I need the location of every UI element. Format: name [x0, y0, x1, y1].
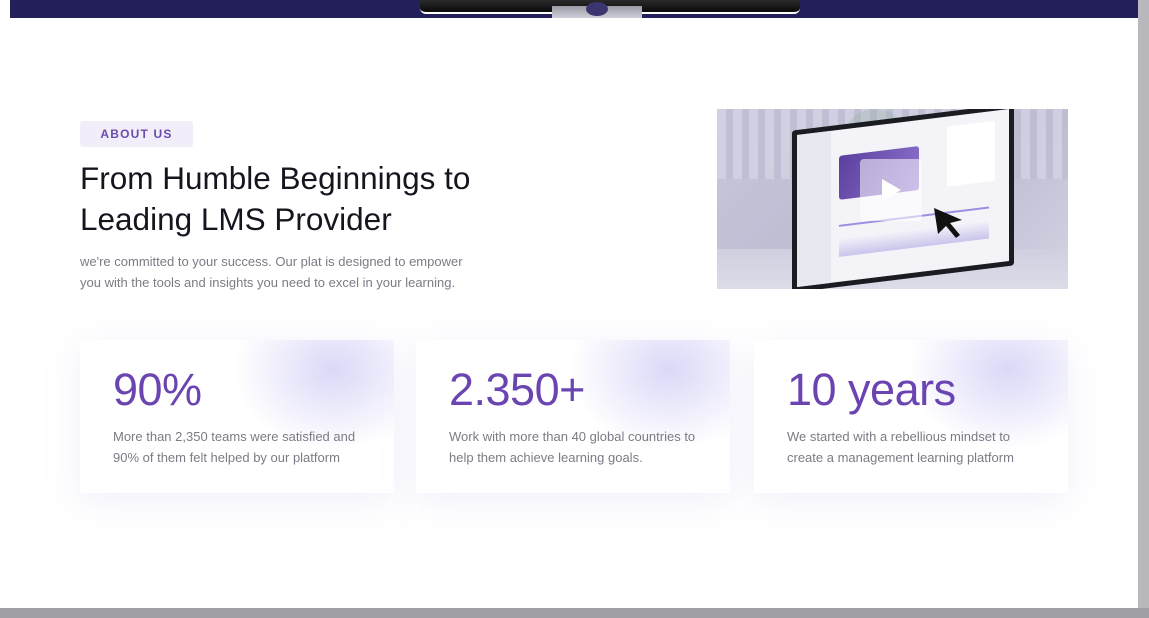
stat-card: 10 years We started with a rebellious mi…: [754, 340, 1068, 493]
title-line-2: Leading LMS Provider: [80, 201, 392, 237]
stat-description: We started with a rebellious mindset to …: [787, 426, 1049, 468]
stat-value: 90%: [113, 364, 202, 415]
play-icon: [882, 179, 901, 201]
title-line-1: From Humble Beginnings to: [80, 160, 471, 196]
dashboard-panel-image: [947, 120, 995, 187]
description-line-2: you with the tools and insights you need…: [80, 275, 456, 290]
stat-value: 2.350+: [449, 364, 585, 415]
video-thumbnail[interactable]: [717, 109, 1068, 289]
stat-description-line-1: Work with more than 40 global countries …: [449, 429, 696, 444]
stat-description-line-1: We started with a rebellious mindset to: [787, 429, 1011, 444]
stat-description: More than 2,350 teams were satisfied and…: [113, 426, 375, 468]
section-title: From Humble Beginnings to Leading LMS Pr…: [80, 158, 600, 240]
stat-card: 90% More than 2,350 teams were satisfied…: [80, 340, 394, 493]
stat-description-line-1: More than 2,350 teams were satisfied and: [113, 429, 356, 444]
section-description: we're committed to your success. Our pla…: [80, 251, 520, 293]
cursor-icon: [934, 208, 962, 238]
dashboard-sidebar-image: [797, 130, 831, 288]
description-line-1: we're committed to your success. Our pla…: [80, 254, 463, 269]
monitor-stand-dot: [586, 2, 608, 16]
stat-description: Work with more than 40 global countries …: [449, 426, 711, 468]
stat-description-line-2: 90% of them felt helped by our platform: [113, 450, 340, 465]
stat-card: 2.350+ Work with more than 40 global cou…: [416, 340, 730, 493]
page: ABOUT US From Humble Beginnings to Leadi…: [0, 0, 1138, 608]
monitor-stand-image: [552, 2, 642, 18]
stat-description-line-2: create a management learning platform: [787, 450, 1014, 465]
window-shadow: [0, 608, 1149, 618]
stat-description-line-2: help them achieve learning goals.: [449, 450, 643, 465]
about-us-badge: ABOUT US: [80, 121, 193, 147]
stat-value: 10 years: [787, 364, 956, 415]
play-button[interactable]: [860, 159, 922, 221]
